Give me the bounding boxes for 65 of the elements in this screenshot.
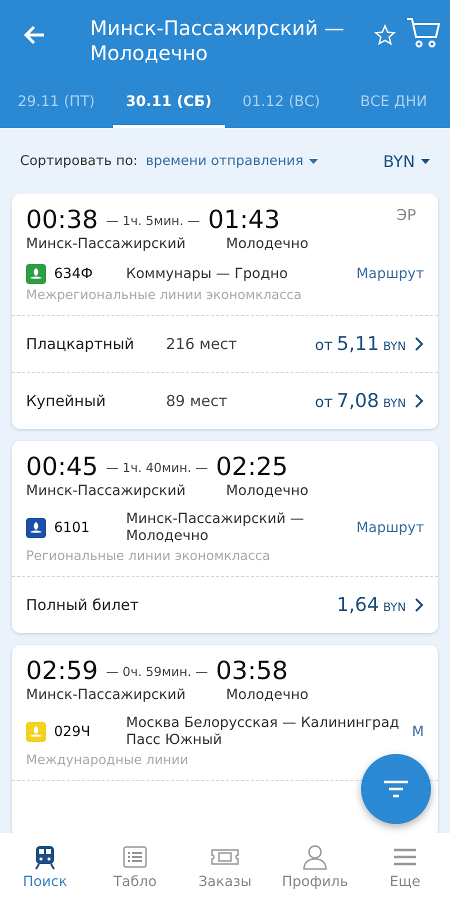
nav-tab[interactable]: Табло: [90, 833, 180, 900]
train-number: 029Ч: [54, 724, 92, 740]
caret-icon: [309, 158, 318, 164]
train-category: Региональные линии экономкласса: [26, 549, 272, 564]
price-prefix: от: [314, 336, 333, 354]
train-number: 6101: [54, 520, 91, 536]
board-icon: [122, 844, 148, 870]
nav-tab[interactable]: Профиль: [270, 833, 360, 900]
train-type: ЭР: [396, 206, 416, 224]
fare-row[interactable]: Полный билет 1,64 BYN: [12, 576, 438, 633]
chevron-icon: [414, 393, 424, 409]
seat-count: 89 мест: [166, 392, 228, 410]
route-link[interactable]: Маршрут: [356, 520, 424, 536]
train-card[interactable]: 00:45 — 1ч. 40мин. — 02:25 Минск-Пассажирский Молодечно 6101 Минск-Пассажирский — Молодечно Маршрут Региональные линии экономкласса Полный билет 1,64 BYN: [12, 441, 438, 633]
fare-class: Полный билет: [26, 596, 140, 614]
fare-class: Плацкартный: [26, 335, 136, 353]
filter-icon: [383, 780, 409, 798]
seat-count: 216 мест: [166, 335, 237, 353]
fare-class: Купейный: [26, 392, 107, 410]
arrival-station: Молодечно: [226, 236, 308, 252]
price-currency: BYN: [383, 396, 406, 410]
currency-dropdown[interactable]: BYN: [383, 152, 430, 170]
fare-row[interactable]: Плацкартный 216 мест от 5,11 BYN: [12, 315, 438, 372]
price-prefix: от: [314, 393, 333, 411]
route-link[interactable]: М: [412, 724, 424, 740]
nav-tab[interactable]: Поиск: [0, 833, 90, 900]
arrival-station: Молодечно: [226, 687, 308, 703]
train-number: 634Ф: [54, 266, 94, 282]
fare-row[interactable]: Купейный 89 мест от 7,08 BYN: [12, 372, 438, 429]
caret-icon: [421, 158, 430, 164]
departure-station: Минск-Пассажирский: [26, 236, 187, 252]
train-card[interactable]: 00:38 — 1ч. 5мин. — 01:43 ЭР Минск-Пассажирский Молодечно 634Ф Коммунары — Гродно Маршрут Межрегиональные линии экономкласса Плацкартный 216 мест от 5,11 BYN Купейный 89 мест от 7,08 BYN: [12, 194, 438, 429]
nav-tab[interactable]: Заказы: [180, 833, 270, 900]
train-name: Москва Белорусская — Калининград Пасс Южный: [126, 715, 400, 749]
departure-station: Минск-Пассажирский: [26, 687, 187, 703]
arrival-time: 01:43: [208, 206, 280, 234]
arrival-time: 02:25: [216, 453, 288, 481]
price-currency: BYN: [383, 600, 406, 614]
train-card[interactable]: 02:59 — 0ч. 59мин. — 03:58 Минск-Пассажирский Молодечно 029Ч Москва Белорусская — Калининград Пасс Южный М Международные линии: [12, 645, 438, 833]
sort-label: Сортировать по:: [20, 153, 138, 169]
train-name: Коммунары — Гродно: [126, 266, 289, 282]
nav-tab[interactable]: Еще: [360, 833, 450, 900]
chevron-icon: [414, 336, 424, 352]
person-icon: [302, 844, 328, 870]
route-title: Минск-Пассажирский — Молодечно: [90, 16, 346, 66]
duration: — 0ч. 59мин. —: [106, 664, 208, 678]
price-currency: BYN: [383, 339, 406, 353]
departure-time: 00:38: [26, 206, 98, 234]
price-amount: 1,64: [336, 594, 380, 616]
duration: — 1ч. 5мин. —: [106, 212, 200, 228]
route-link[interactable]: Маршрут: [356, 266, 424, 282]
train-name: Минск-Пассажирский — Молодечно: [126, 511, 306, 545]
train-category: Международные линии: [26, 753, 190, 768]
sort-dropdown[interactable]: времени отправления: [146, 153, 318, 169]
train-category: Межрегиональные линии экономкласса: [26, 288, 303, 303]
price-amount: 5,11: [336, 333, 380, 355]
arrival-time: 03:58: [216, 657, 288, 685]
date-tab[interactable]: 30.11 (СБ): [112, 79, 225, 128]
price-amount: 7,08: [336, 390, 380, 412]
chevron-icon: [414, 597, 424, 613]
arrival-station: Молодечно: [226, 483, 308, 499]
duration: — 1ч. 40мин. —: [106, 460, 208, 474]
departure-station: Минск-Пассажирский: [26, 483, 187, 499]
departure-time: 00:45: [26, 453, 98, 481]
departure-time: 02:59: [26, 657, 98, 685]
